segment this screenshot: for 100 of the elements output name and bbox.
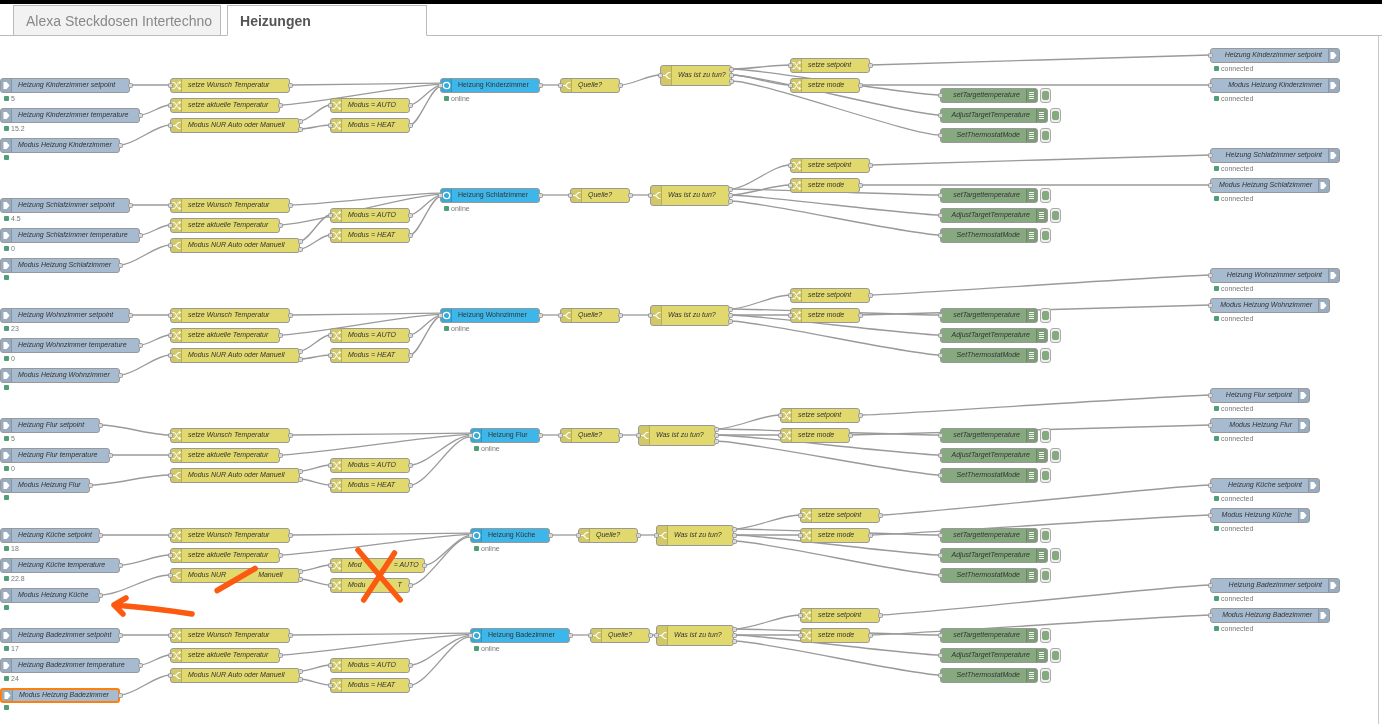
output-port[interactable] xyxy=(407,232,413,238)
input-port[interactable] xyxy=(327,562,333,568)
output-port[interactable] xyxy=(87,482,93,488)
output-port[interactable] xyxy=(97,422,103,428)
output-port[interactable] xyxy=(287,312,293,318)
input-port[interactable] xyxy=(937,212,943,218)
output-port[interactable] xyxy=(97,592,103,598)
output-port[interactable] xyxy=(547,532,553,538)
output-port[interactable] xyxy=(277,452,283,458)
tab[interactable]: Heizungen xyxy=(227,5,427,36)
output-port[interactable] xyxy=(117,692,123,698)
input-port[interactable] xyxy=(437,192,443,198)
input-port[interactable] xyxy=(937,472,943,478)
output-port[interactable] xyxy=(877,612,883,618)
output-port[interactable] xyxy=(617,82,623,88)
input-port[interactable] xyxy=(327,662,333,668)
output-port[interactable] xyxy=(867,162,873,168)
output-port[interactable] xyxy=(407,482,413,488)
input-port[interactable] xyxy=(647,312,653,318)
input-port[interactable] xyxy=(1207,512,1213,518)
input-port[interactable] xyxy=(327,332,333,338)
output-port[interactable] xyxy=(867,632,873,638)
output-port[interactable] xyxy=(617,312,623,318)
input-port[interactable] xyxy=(635,432,641,438)
input-port[interactable] xyxy=(167,242,173,248)
output-port[interactable] xyxy=(287,532,293,538)
input-port[interactable] xyxy=(937,432,943,438)
output-port[interactable] xyxy=(137,662,143,668)
output-port[interactable] xyxy=(287,202,293,208)
input-port[interactable] xyxy=(1207,272,1213,278)
input-port[interactable] xyxy=(167,82,173,88)
input-port[interactable] xyxy=(167,312,173,318)
output-port[interactable] xyxy=(287,632,293,638)
input-port[interactable] xyxy=(937,672,943,678)
output-port[interactable] xyxy=(857,82,863,88)
output-port[interactable] xyxy=(407,682,413,688)
input-port[interactable] xyxy=(787,292,793,298)
input-port[interactable] xyxy=(327,462,333,468)
output-port[interactable] xyxy=(277,552,283,558)
output-port[interactable] xyxy=(617,432,623,438)
output-port[interactable] xyxy=(277,222,283,228)
input-port[interactable] xyxy=(587,632,593,638)
input-port[interactable] xyxy=(937,92,943,98)
input-port[interactable] xyxy=(557,82,563,88)
input-port[interactable] xyxy=(327,582,333,588)
input-port[interactable] xyxy=(797,632,803,638)
output-port[interactable] xyxy=(857,182,863,188)
input-port[interactable] xyxy=(937,132,943,138)
input-port[interactable] xyxy=(797,612,803,618)
output-port[interactable] xyxy=(117,632,123,638)
input-port[interactable] xyxy=(167,672,173,678)
output-port[interactable] xyxy=(867,292,873,298)
input-port[interactable] xyxy=(167,102,173,108)
input-port[interactable] xyxy=(1207,392,1213,398)
input-port[interactable] xyxy=(937,452,943,458)
output-port[interactable] xyxy=(407,662,413,668)
output-port[interactable] xyxy=(857,412,863,418)
input-port[interactable] xyxy=(575,532,581,538)
output-port[interactable] xyxy=(277,652,283,658)
output-port[interactable] xyxy=(867,532,873,538)
input-port[interactable] xyxy=(647,192,653,198)
input-port[interactable] xyxy=(777,432,783,438)
output-port[interactable] xyxy=(117,562,123,568)
input-port[interactable] xyxy=(797,512,803,518)
output-port[interactable] xyxy=(137,232,143,238)
input-port[interactable] xyxy=(937,192,943,198)
input-port[interactable] xyxy=(1207,422,1213,428)
input-port[interactable] xyxy=(557,312,563,318)
input-port[interactable] xyxy=(937,352,943,358)
input-port[interactable] xyxy=(657,72,663,78)
output-port[interactable] xyxy=(107,452,113,458)
input-port[interactable] xyxy=(467,432,473,438)
input-port[interactable] xyxy=(1207,152,1213,158)
output-port[interactable] xyxy=(407,582,413,588)
output-port[interactable] xyxy=(407,352,413,358)
input-port[interactable] xyxy=(1207,582,1213,588)
input-port[interactable] xyxy=(167,652,173,658)
output-port[interactable] xyxy=(117,262,123,268)
input-port[interactable] xyxy=(787,162,793,168)
output-port[interactable] xyxy=(422,562,428,568)
input-port[interactable] xyxy=(937,552,943,558)
input-port[interactable] xyxy=(327,232,333,238)
input-port[interactable] xyxy=(1207,482,1213,488)
input-port[interactable] xyxy=(167,222,173,228)
input-port[interactable] xyxy=(787,312,793,318)
input-port[interactable] xyxy=(437,312,443,318)
input-port[interactable] xyxy=(167,472,173,478)
output-port[interactable] xyxy=(407,462,413,468)
input-port[interactable] xyxy=(937,312,943,318)
input-port[interactable] xyxy=(327,122,333,128)
input-port[interactable] xyxy=(167,572,173,578)
input-port[interactable] xyxy=(1207,612,1213,618)
output-port[interactable] xyxy=(127,312,133,318)
input-port[interactable] xyxy=(787,62,793,68)
input-port[interactable] xyxy=(937,652,943,658)
output-port[interactable] xyxy=(647,632,653,638)
output-port[interactable] xyxy=(277,102,283,108)
output-port[interactable] xyxy=(407,332,413,338)
input-port[interactable] xyxy=(167,352,173,358)
input-port[interactable] xyxy=(167,632,173,638)
